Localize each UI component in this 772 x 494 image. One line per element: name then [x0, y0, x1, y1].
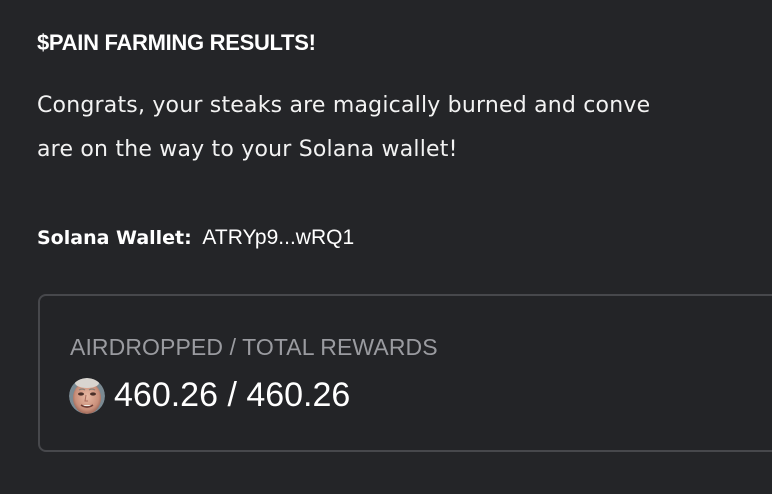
- rewards-heading: AIRDROPPED / TOTAL REWARDS: [70, 334, 438, 360]
- congrats-message: Congrats, your steaks are magically burn…: [37, 84, 772, 172]
- rewards-amount: 460.26 / 460.26: [114, 376, 351, 414]
- wallet-info: Solana Wallet: ATRYp9...wRQ1: [37, 226, 354, 250]
- rewards-card: AIRDROPPED / TOTAL REWARDS 460.26 / 460.…: [38, 294, 772, 452]
- rewards-amount-row: 460.26 / 460.26: [69, 376, 350, 415]
- wallet-address: ATRYp9...wRQ1: [202, 226, 355, 249]
- wallet-label: Solana Wallet:: [37, 227, 192, 249]
- pain-token-avatar-icon: [69, 377, 105, 414]
- message-line-2: are on the way to your Solana wallet!: [37, 137, 458, 162]
- page-title: $PAIN FARMING RESULTS!: [37, 30, 316, 55]
- message-line-1: Congrats, your steaks are magically burn…: [37, 93, 651, 118]
